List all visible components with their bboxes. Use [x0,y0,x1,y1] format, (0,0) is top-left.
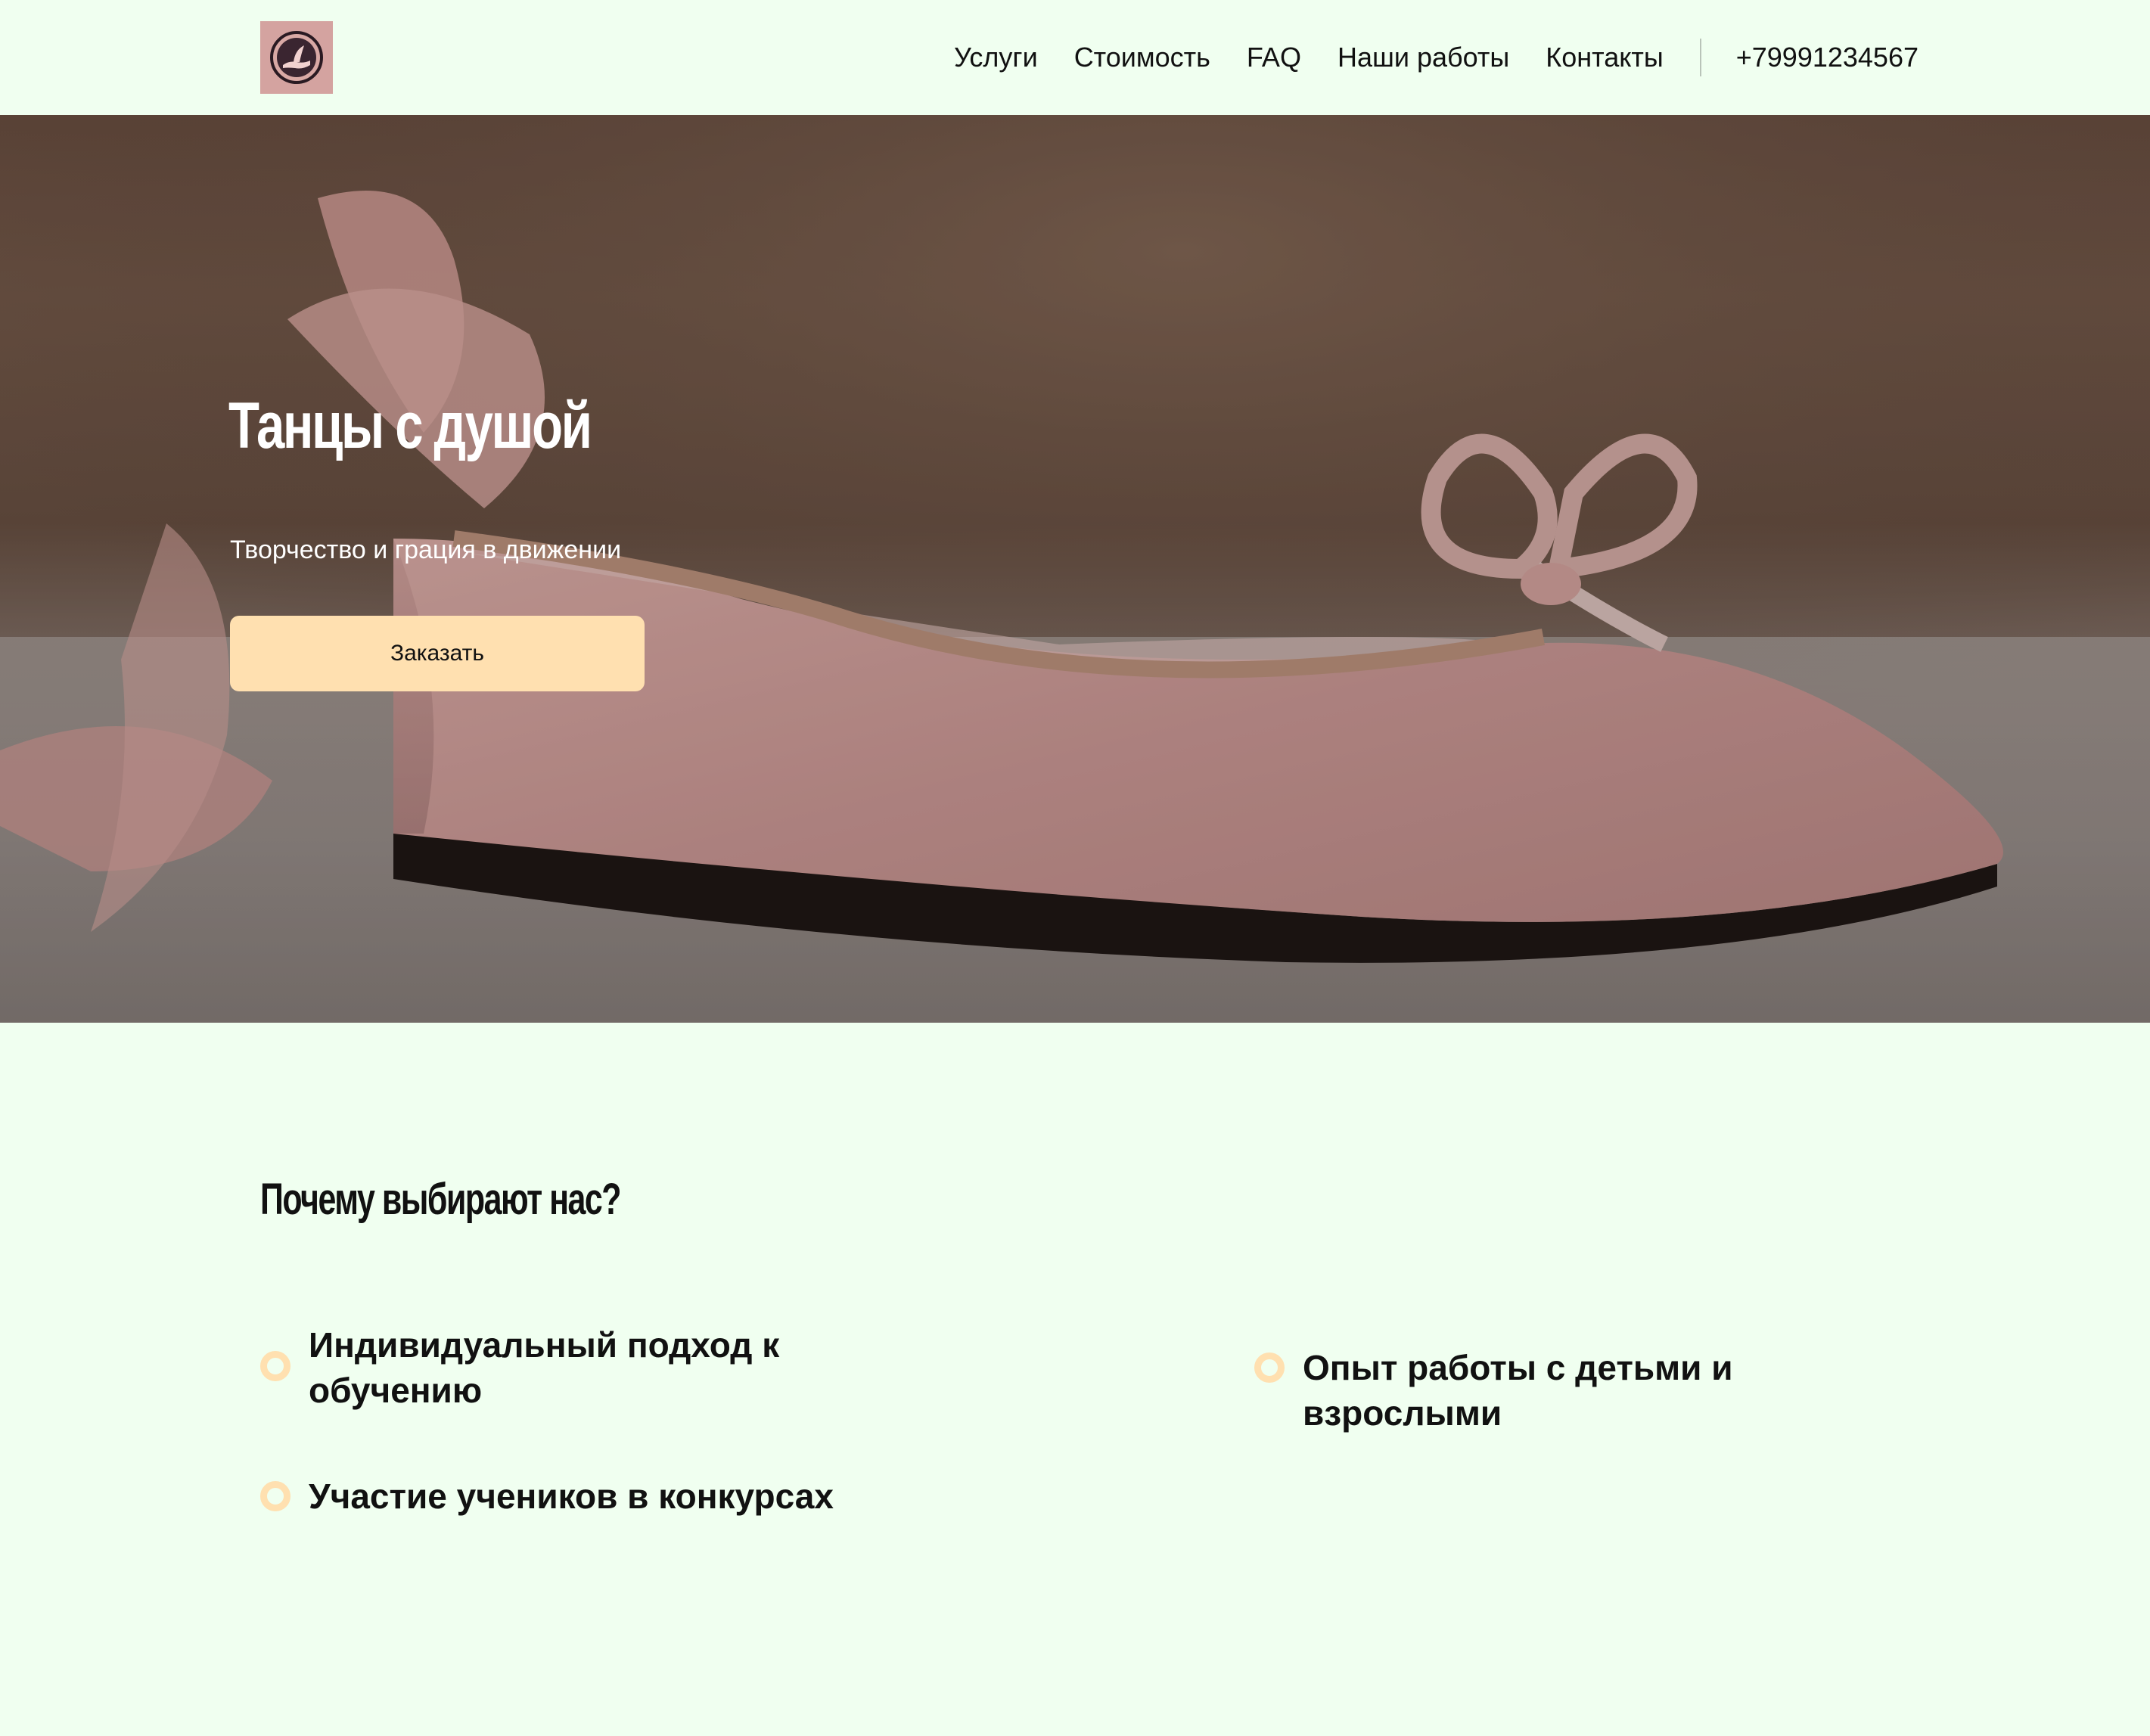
nav-divider [1699,39,1701,76]
hero-overlay [0,115,2150,1023]
feature-item: Участие учеников в конкурсах [260,1474,941,1519]
logo[interactable] [260,21,333,94]
nav-pricing[interactable]: Стоимость [1074,42,1210,73]
features-title: Почему выбирают нас? [260,1175,622,1224]
nav-contacts[interactable]: Контакты [1546,42,1664,73]
feature-text: Участие учеников в конкурсах [309,1477,834,1516]
hero-section: Танцы с душой Творчество и грация в движ… [0,115,2150,1023]
order-button[interactable]: Заказать [230,616,645,691]
phone-link[interactable]: +79991234567 [1736,42,1919,73]
feature-item: Индивидуальный подход к обучению [260,1322,865,1413]
ballet-shoe-logo-icon [270,31,323,84]
ring-bullet-icon [260,1351,290,1381]
ring-bullet-icon [260,1481,290,1511]
hero-subtitle: Творчество и грация в движении [230,536,622,564]
feature-item: Опыт работы с детьми и взрослыми [1254,1345,1935,1436]
nav-services[interactable]: Услуги [954,42,1038,73]
hero-title: Танцы с душой [228,390,592,462]
feature-text: Опыт работы с детьми и взрослыми [1303,1348,1733,1433]
ring-bullet-icon [1254,1352,1285,1383]
nav-faq[interactable]: FAQ [1247,42,1301,73]
site-header: Услуги Стоимость FAQ Наши работы Контакт… [0,0,2150,115]
nav-portfolio[interactable]: Наши работы [1338,42,1509,73]
main-nav: Услуги Стоимость FAQ Наши работы Контакт… [954,0,1919,115]
feature-text: Индивидуальный подход к обучению [309,1325,780,1410]
